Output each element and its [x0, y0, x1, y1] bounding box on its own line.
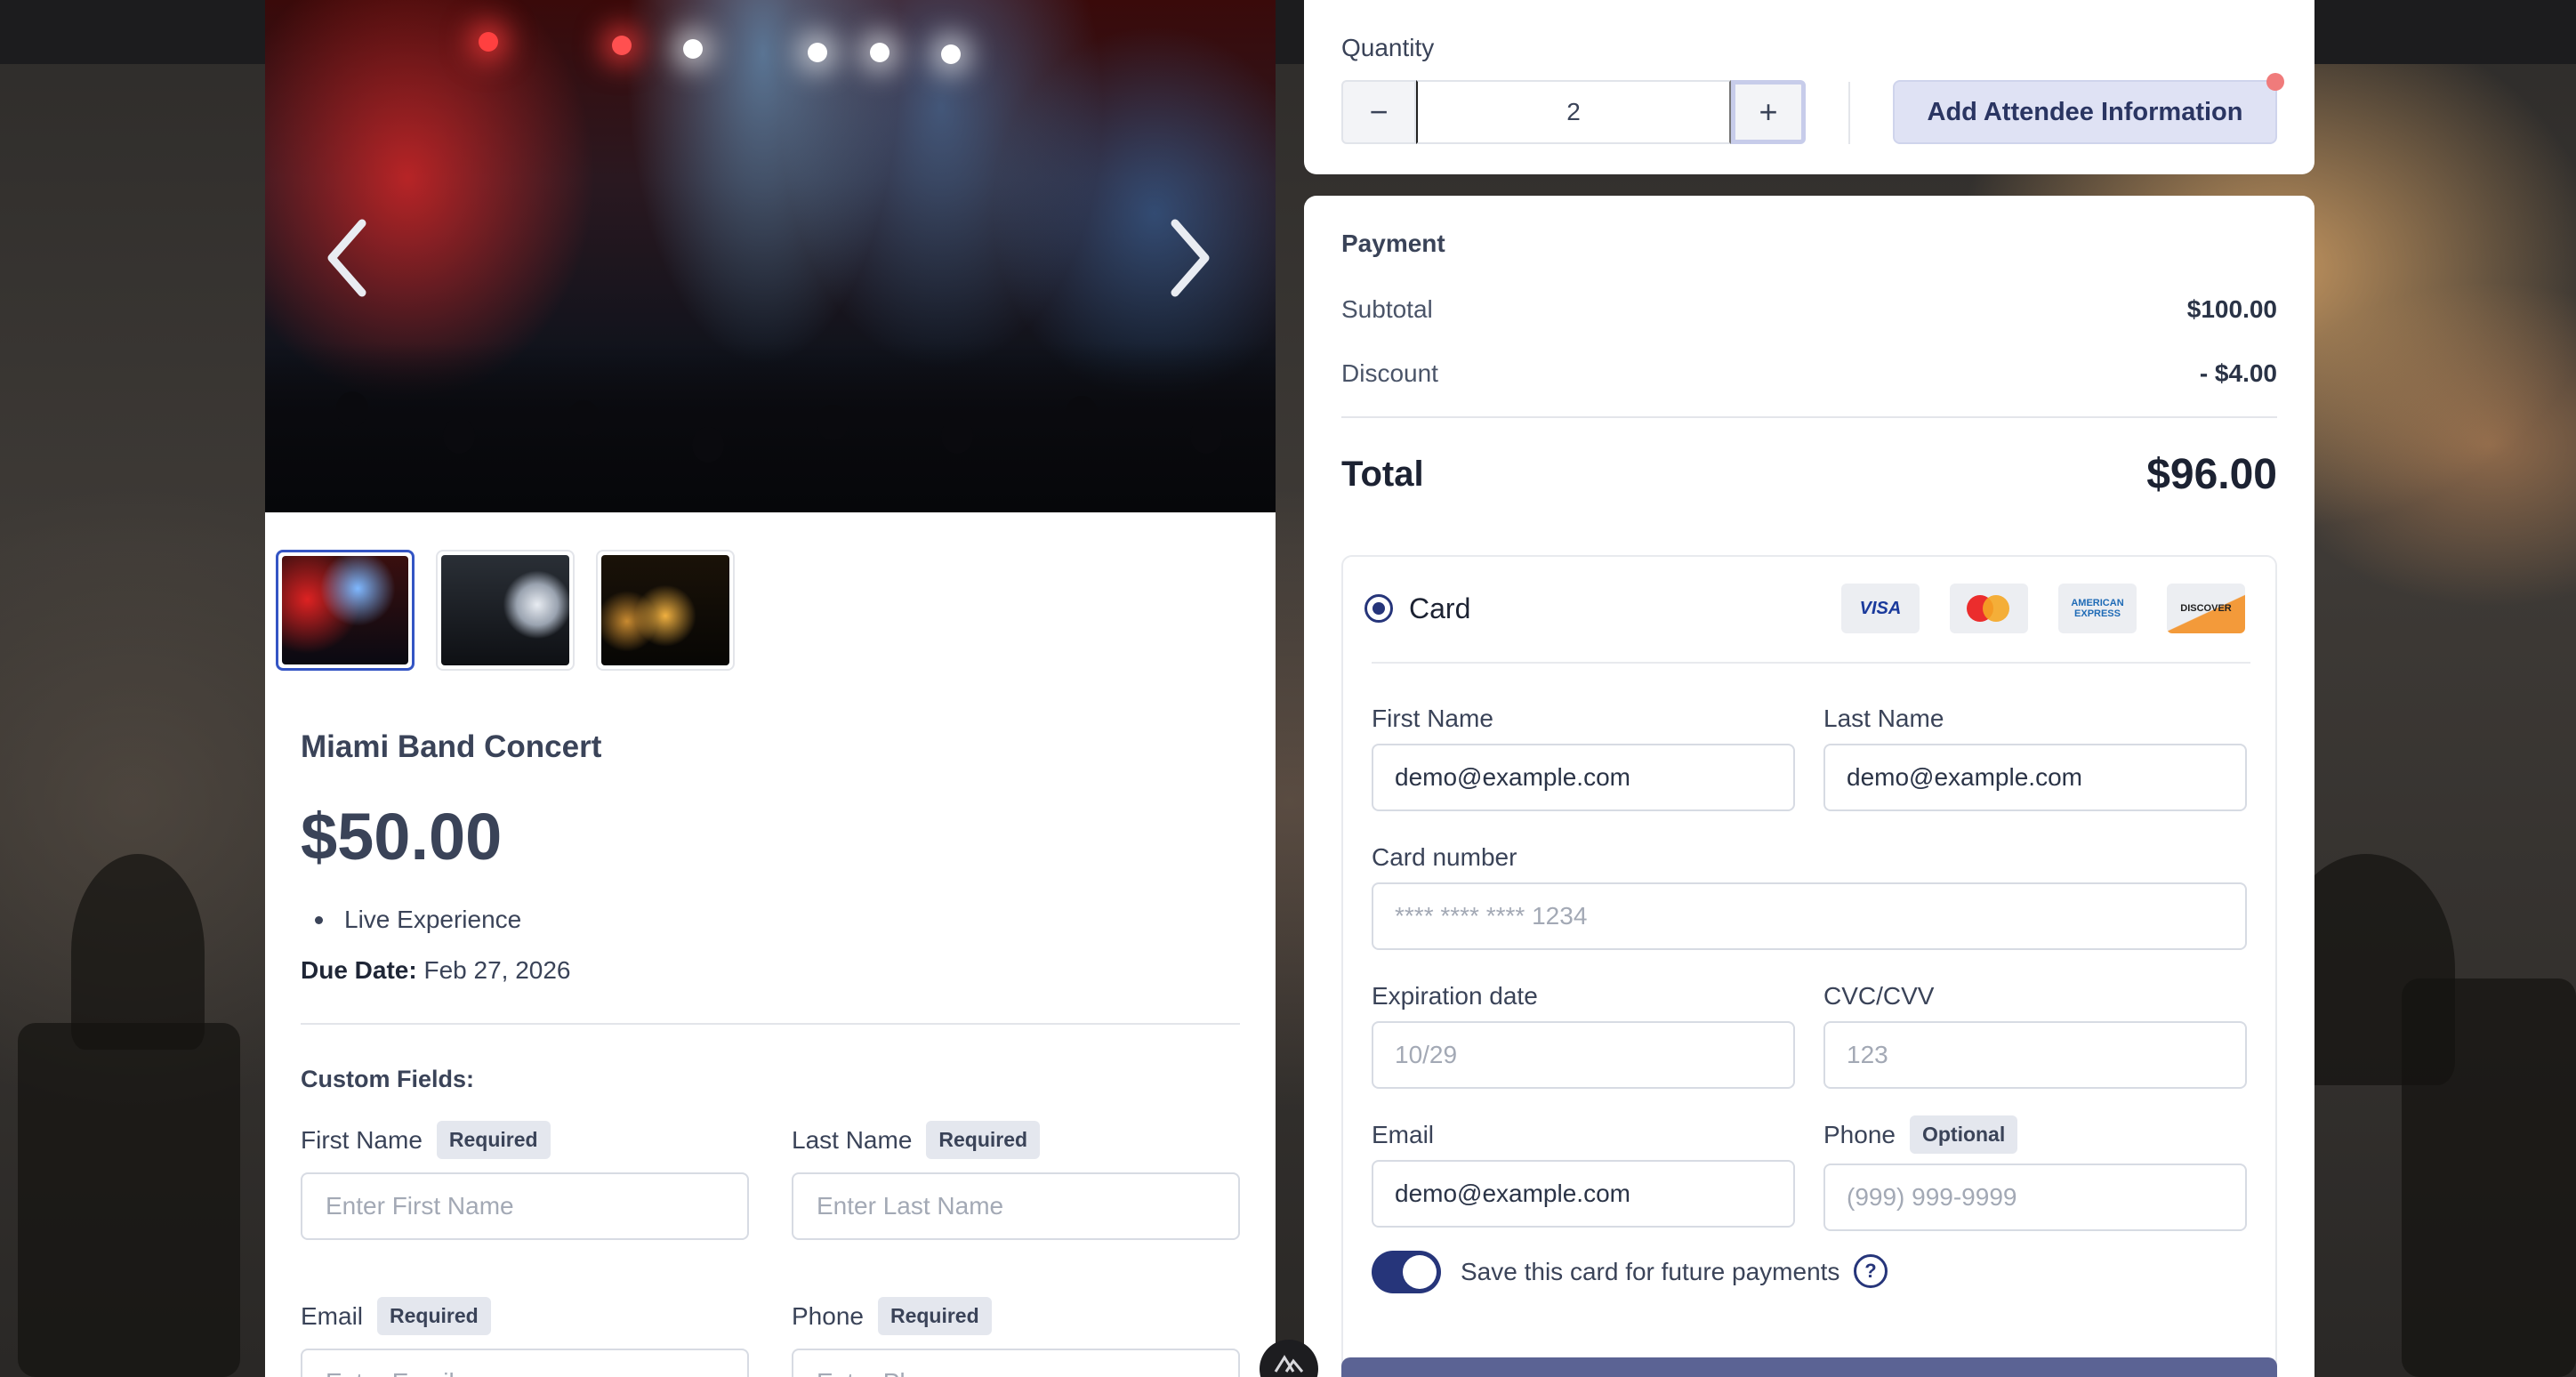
payment-title: Payment [1341, 230, 1445, 257]
required-badge: Required [877, 1297, 992, 1335]
add-attendee-button[interactable]: Add Attendee Information [1893, 80, 2277, 144]
amex-icon: AMERICAN EXPRESS [2058, 584, 2137, 633]
decrease-quantity-button[interactable]: − [1341, 80, 1416, 144]
phone-label-group: Phone Optional [1823, 1115, 2018, 1154]
pay-button[interactable] [1341, 1357, 2277, 1377]
due-date-label: Due Date: [301, 956, 417, 984]
custom-email-input[interactable] [301, 1349, 749, 1377]
email-label: Email [1372, 1121, 1435, 1148]
event-price: $50.00 [301, 800, 503, 874]
card-payment-option: Card VISA AMERICAN EXPRESS DISCOVER Firs… [1341, 555, 2277, 1377]
optional-badge: Optional [1909, 1115, 2018, 1154]
gallery-prev-button[interactable] [317, 213, 379, 302]
payment-panel: Payment Subtotal $100.00 Discount - $4.0… [1304, 196, 2314, 1377]
thumbnail-2[interactable] [436, 550, 575, 671]
increase-quantity-button[interactable]: + [1731, 80, 1806, 144]
custom-fields-title: Custom Fields: [301, 1066, 475, 1092]
total-value: $96.00 [2146, 451, 2277, 498]
field-label-text: Last Name [792, 1125, 913, 1154]
thumbnail-3[interactable] [596, 550, 735, 671]
custom-first-name-label: First Name Required [301, 1121, 551, 1159]
product-card: Miami Band Concert $50.00 Live Experienc… [265, 0, 1276, 1377]
expiration-field[interactable] [1372, 1021, 1795, 1089]
cvc-field[interactable] [1823, 1021, 2247, 1089]
discount-row: Discount - $4.00 [1341, 359, 2277, 388]
card-brands: VISA AMERICAN EXPRESS DISCOVER [1841, 584, 2245, 633]
discount-value: - $4.00 [2199, 359, 2277, 387]
card-radio-button[interactable] [1364, 594, 1393, 623]
total-label: Total [1341, 455, 1424, 494]
divider [1848, 82, 1850, 144]
quantity-input[interactable] [1416, 80, 1731, 144]
discount-label: Discount [1341, 359, 1438, 387]
phone-field[interactable] [1823, 1164, 2247, 1231]
due-date-value: Feb 27, 2026 [423, 956, 571, 984]
total-row: Total $96.00 [1341, 450, 2277, 499]
quantity-stepper: − + [1341, 80, 1813, 144]
divider [301, 1023, 1240, 1025]
chevron-right-icon [1171, 219, 1210, 297]
cvc-label: CVC/CVV [1823, 982, 1935, 1010]
subtotal-row: Subtotal $100.00 [1341, 295, 2277, 324]
gallery-next-button[interactable] [1158, 213, 1220, 302]
quantity-label: Quantity [1341, 34, 1435, 61]
last-name-label: Last Name [1823, 705, 1944, 732]
custom-last-name-input[interactable] [792, 1172, 1240, 1240]
thumbnail-1[interactable] [276, 550, 415, 671]
subtotal-label: Subtotal [1341, 295, 1433, 323]
divider [1372, 662, 2250, 664]
quantity-panel: Quantity − + Add Attendee Information [1304, 0, 2314, 174]
subtotal-value: $100.00 [2186, 295, 2277, 323]
chevron-left-icon [327, 219, 366, 297]
required-badge: Required [436, 1121, 551, 1159]
email-field[interactable] [1372, 1160, 1795, 1228]
field-label-text: Email [301, 1301, 364, 1330]
feature-item: Live Experience [315, 906, 521, 934]
divider [1341, 416, 2277, 418]
feature-label: Live Experience [344, 906, 522, 933]
custom-phone-input[interactable] [792, 1349, 1240, 1377]
due-date: Due Date: Feb 27, 2026 [301, 956, 571, 985]
save-card-label: Save this card for future payments [1461, 1258, 1840, 1285]
custom-last-name-label: Last Name Required [792, 1121, 1041, 1159]
mastercard-icon [1950, 584, 2028, 633]
custom-phone-label: Phone Required [792, 1297, 992, 1335]
card-number-label: Card number [1372, 843, 1517, 871]
visa-icon: VISA [1841, 584, 1920, 633]
required-badge: Required [926, 1121, 1041, 1159]
event-hero-image [265, 0, 1276, 512]
field-label-text: Phone [792, 1301, 864, 1330]
first-name-label: First Name [1372, 705, 1493, 732]
bullet-icon [315, 915, 323, 924]
required-badge: Required [377, 1297, 491, 1335]
phone-label: Phone [1823, 1120, 1896, 1148]
field-label-text: First Name [301, 1125, 423, 1154]
card-number-field[interactable] [1372, 882, 2247, 950]
card-method-label: Card [1409, 592, 1471, 624]
event-title: Miami Band Concert [301, 729, 602, 764]
custom-first-name-input[interactable] [301, 1172, 749, 1240]
help-icon[interactable]: ? [1854, 1254, 1888, 1288]
first-name-field[interactable] [1372, 744, 1795, 811]
custom-email-label: Email Required [301, 1297, 491, 1335]
last-name-field[interactable] [1823, 744, 2247, 811]
expiration-label: Expiration date [1372, 982, 1538, 1010]
notification-dot [2266, 73, 2284, 91]
save-card-toggle[interactable] [1372, 1251, 1441, 1293]
discover-icon: DISCOVER [2167, 584, 2245, 633]
gallery-thumbnails [276, 550, 735, 671]
